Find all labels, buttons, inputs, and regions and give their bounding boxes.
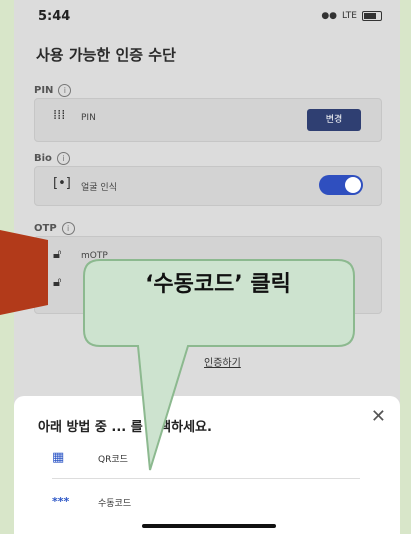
status-right: ●● LTE (321, 11, 382, 21)
bio-card: [•] 얼굴 인식 (34, 166, 382, 206)
info-icon[interactable]: i (58, 84, 72, 97)
bottom-sheet: 아래 방법 중 ... 를 선택하세요. ✕ ▦ QR코드 *** 수동코드 (14, 396, 400, 534)
section-pin-label: PIN i (34, 84, 72, 97)
network-label: LTE (342, 11, 357, 21)
section-bio-text: Bio (34, 153, 52, 164)
status-time: 5:44 (38, 9, 71, 24)
keypad-icon: *** (52, 495, 70, 508)
section-otp-label: OTP i (34, 222, 75, 235)
pin-card: ⁞⁞⁞ PIN 변경 (34, 98, 382, 142)
change-pin-button[interactable]: 변경 (307, 109, 361, 131)
option-manual-label: 수동코드 (98, 499, 132, 509)
motp-label: mOTP (81, 251, 108, 261)
face-id-icon: [•] (53, 176, 71, 191)
home-indicator (142, 524, 276, 528)
lock-icon: 🔓︎ (53, 275, 62, 290)
status-bar: 5:44 ●● LTE (14, 0, 400, 34)
pin-label: PIN (81, 113, 96, 123)
lock-icon: 🔓︎ (53, 247, 62, 262)
close-icon[interactable]: ✕ (371, 406, 386, 427)
alt-auth-link[interactable]: 인증하기 (204, 354, 241, 369)
option-qr-label: QR코드 (98, 455, 128, 465)
battery-icon (362, 11, 382, 21)
qr-code-icon: ▦ (52, 450, 65, 465)
option-manual-code[interactable]: *** 수동코드 (34, 488, 356, 518)
info-icon[interactable]: i (61, 222, 75, 235)
face-recognition-toggle[interactable] (319, 175, 363, 195)
face-recognition-label: 얼굴 인식 (81, 183, 117, 193)
signal-icon: ●● (321, 11, 338, 21)
option-qr-code[interactable]: ▦ QR코드 (34, 444, 356, 474)
section-otp-text: OTP (34, 223, 57, 234)
info-icon[interactable]: i (56, 152, 70, 165)
section-bio-label: Bio i (34, 152, 70, 165)
sheet-title: 아래 방법 중 ... 를 선택하세요. (38, 420, 212, 435)
page-title: 사용 가능한 인증 수단 (36, 46, 176, 64)
callout-text: ‘수동코드’ 클릭 (145, 272, 291, 297)
section-pin-text: PIN (34, 85, 54, 96)
divider (52, 478, 360, 479)
keypad-icon: ⁞⁞⁞ (53, 108, 66, 123)
